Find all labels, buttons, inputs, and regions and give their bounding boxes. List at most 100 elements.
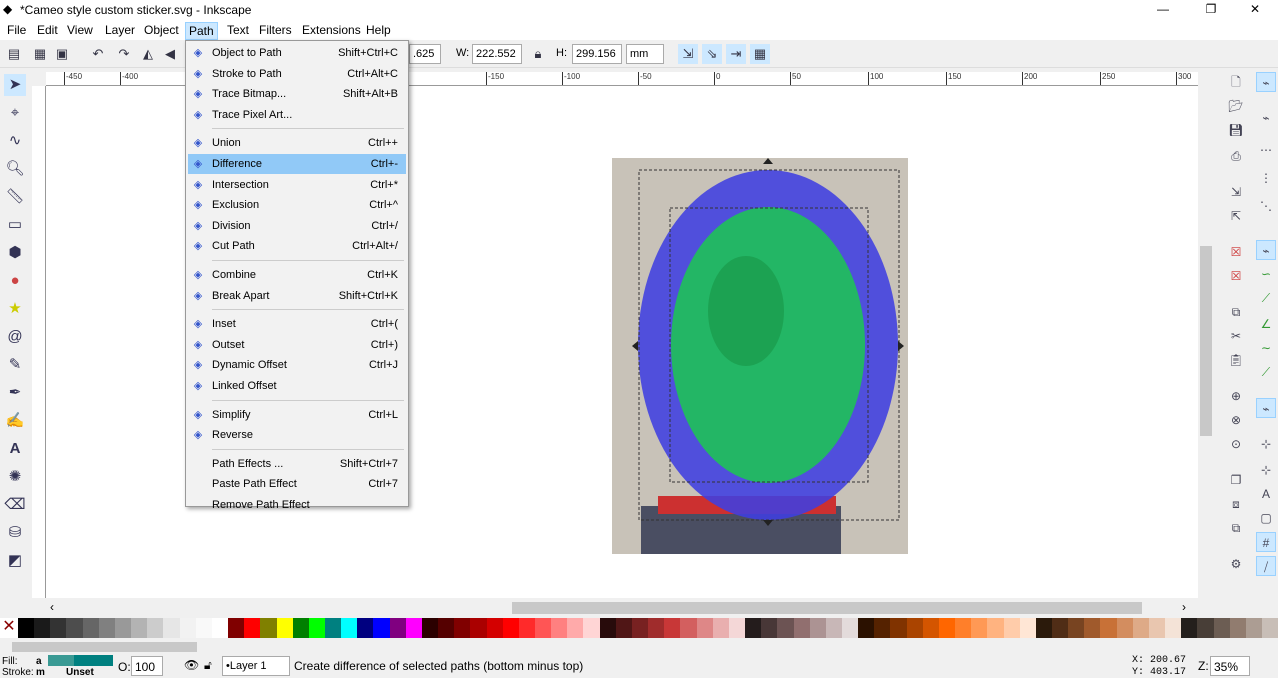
- stroke-indicator[interactable]: Unset: [66, 667, 94, 678]
- color-swatch[interactable]: [938, 618, 956, 638]
- color-swatch[interactable]: [147, 618, 164, 638]
- color-swatch[interactable]: [551, 618, 568, 638]
- snap-bbox-edge-icon[interactable]: ⋯: [1256, 140, 1276, 160]
- color-swatch[interactable]: [244, 618, 261, 638]
- zoom-field[interactable]: 35%: [1210, 656, 1250, 676]
- color-swatch[interactable]: [131, 618, 148, 638]
- snap-centers-icon[interactable]: ⊹: [1256, 434, 1276, 454]
- color-swatch[interactable]: [1084, 618, 1101, 638]
- color-swatch[interactable]: [712, 618, 729, 638]
- gradient-tool-icon[interactable]: ◩: [4, 550, 26, 572]
- menu-layer[interactable]: Layer: [102, 22, 138, 38]
- undo-icon[interactable]: ☒: [1226, 242, 1246, 262]
- color-swatch[interactable]: [745, 618, 762, 638]
- lock-icon[interactable]: 🔒︎: [528, 44, 548, 64]
- color-swatch[interactable]: [1181, 618, 1198, 638]
- color-swatch[interactable]: [1003, 618, 1020, 638]
- color-swatch[interactable]: [389, 618, 406, 638]
- color-swatch[interactable]: [454, 618, 471, 638]
- duplicate-icon[interactable]: ❐: [1226, 470, 1246, 490]
- color-swatch[interactable]: [680, 618, 697, 638]
- menu-item-difference[interactable]: ◈ Difference Ctrl+-: [188, 154, 406, 174]
- rotate-cw-icon[interactable]: ↷: [114, 44, 134, 64]
- move-patterns-icon[interactable]: ▦: [750, 44, 770, 64]
- rectangle-tool-icon[interactable]: ▭: [4, 214, 26, 236]
- color-swatch[interactable]: [955, 618, 972, 638]
- color-swatch[interactable]: [761, 618, 778, 638]
- rotate-ccw-icon[interactable]: ↶: [88, 44, 108, 64]
- menu-text[interactable]: Text: [224, 22, 252, 38]
- node-tool-icon[interactable]: ⌖: [4, 102, 26, 124]
- color-swatch[interactable]: [777, 618, 794, 638]
- menu-edit[interactable]: Edit: [34, 22, 61, 38]
- fill-indicator[interactable]: [48, 655, 113, 666]
- color-swatch[interactable]: [66, 618, 83, 638]
- color-swatch[interactable]: [195, 618, 212, 638]
- menu-item-inset[interactable]: ◈ Inset Ctrl+(: [188, 314, 406, 334]
- snap-enable-icon[interactable]: ⌁: [1256, 72, 1276, 92]
- color-swatch[interactable]: [906, 618, 923, 638]
- color-swatch[interactable]: [793, 618, 810, 638]
- menu-item-remove-path-effect[interactable]: Remove Path Effect: [188, 495, 406, 515]
- snap-rotation-center-icon[interactable]: ⊹: [1256, 460, 1276, 480]
- color-swatch[interactable]: [421, 618, 439, 638]
- color-swatch[interactable]: [34, 618, 51, 638]
- eraser-tool-icon[interactable]: ⌫: [4, 494, 26, 516]
- measure-tool-icon[interactable]: 📏︎: [4, 186, 26, 208]
- color-swatch[interactable]: [82, 618, 99, 638]
- color-palette[interactable]: ✕: [0, 618, 1278, 638]
- menu-item-path-effects[interactable]: Path Effects ... Shift+Ctrl+7: [188, 454, 406, 474]
- menu-item-reverse[interactable]: ◈ Reverse: [188, 425, 406, 445]
- snap-bbox-icon[interactable]: ⌁: [1256, 108, 1276, 128]
- new-document-icon[interactable]: 🗋: [1226, 72, 1246, 92]
- menu-file[interactable]: File: [4, 22, 29, 38]
- select-all-layers-icon[interactable]: ▦: [30, 44, 50, 64]
- paste-icon[interactable]: 📋︎: [1226, 350, 1246, 370]
- zoom-tool-icon[interactable]: 🔍︎: [4, 158, 26, 180]
- color-swatch[interactable]: [631, 618, 649, 638]
- snap-bbox-midpoint-icon[interactable]: ⋱: [1256, 196, 1276, 216]
- save-icon[interactable]: 💾︎: [1226, 120, 1246, 140]
- unlink-clone-icon[interactable]: ⧉: [1226, 518, 1246, 538]
- layer-select[interactable]: •Layer 1: [222, 656, 290, 676]
- menu-view[interactable]: View: [64, 22, 96, 38]
- color-swatch[interactable]: [1068, 618, 1085, 638]
- color-swatch[interactable]: [470, 618, 487, 638]
- w-field[interactable]: 222.552: [472, 44, 522, 64]
- color-swatch[interactable]: [728, 618, 746, 638]
- export-icon[interactable]: ⇱: [1226, 206, 1246, 226]
- color-swatch[interactable]: [648, 618, 665, 638]
- color-swatch[interactable]: [922, 618, 939, 638]
- scale-stroke-icon[interactable]: ⇲: [678, 44, 698, 64]
- selector-tool-icon[interactable]: ➤: [4, 74, 26, 96]
- color-swatch[interactable]: [841, 618, 859, 638]
- color-swatch[interactable]: [1035, 618, 1052, 638]
- menu-item-paste-path-effect[interactable]: Paste Path Effect Ctrl+7: [188, 474, 406, 494]
- spiral-tool-icon[interactable]: @: [4, 326, 26, 348]
- snap-intersections-icon[interactable]: ⟋: [1256, 288, 1276, 308]
- color-swatch[interactable]: [228, 618, 245, 638]
- snap-grid-icon[interactable]: #: [1256, 532, 1276, 552]
- move-gradients-icon[interactable]: ⇥: [726, 44, 746, 64]
- color-swatch[interactable]: [825, 618, 842, 638]
- scroll-left-icon[interactable]: ‹: [50, 600, 54, 614]
- color-swatch[interactable]: [179, 618, 196, 638]
- menu-filters[interactable]: Filters: [256, 22, 295, 38]
- maximize-button[interactable]: ❐: [1188, 0, 1234, 20]
- cut-icon[interactable]: ✂: [1226, 326, 1246, 346]
- color-swatch[interactable]: [987, 618, 1004, 638]
- color-swatch[interactable]: [696, 618, 713, 638]
- color-swatch[interactable]: [308, 618, 325, 638]
- color-swatch[interactable]: [357, 618, 374, 638]
- menu-item-stroke-to-path[interactable]: ◈ Stroke to Path Ctrl+Alt+C: [188, 64, 406, 84]
- snap-bbox-corner-icon[interactable]: ⋮: [1256, 168, 1276, 188]
- snap-smooth-nodes-icon[interactable]: ∼: [1256, 338, 1276, 358]
- color-swatch[interactable]: [1229, 618, 1246, 638]
- menu-item-linked-offset[interactable]: ◈ Linked Offset: [188, 376, 406, 396]
- flip-horizontal-icon[interactable]: ◭: [138, 44, 158, 64]
- star-tool-icon[interactable]: ★: [4, 298, 26, 320]
- color-swatch[interactable]: [1132, 618, 1149, 638]
- redo-icon[interactable]: ☒: [1226, 266, 1246, 286]
- menu-item-simplify[interactable]: ◈ Simplify Ctrl+L: [188, 405, 406, 425]
- menu-item-break-apart[interactable]: ◈ Break Apart Shift+Ctrl+K: [188, 286, 406, 306]
